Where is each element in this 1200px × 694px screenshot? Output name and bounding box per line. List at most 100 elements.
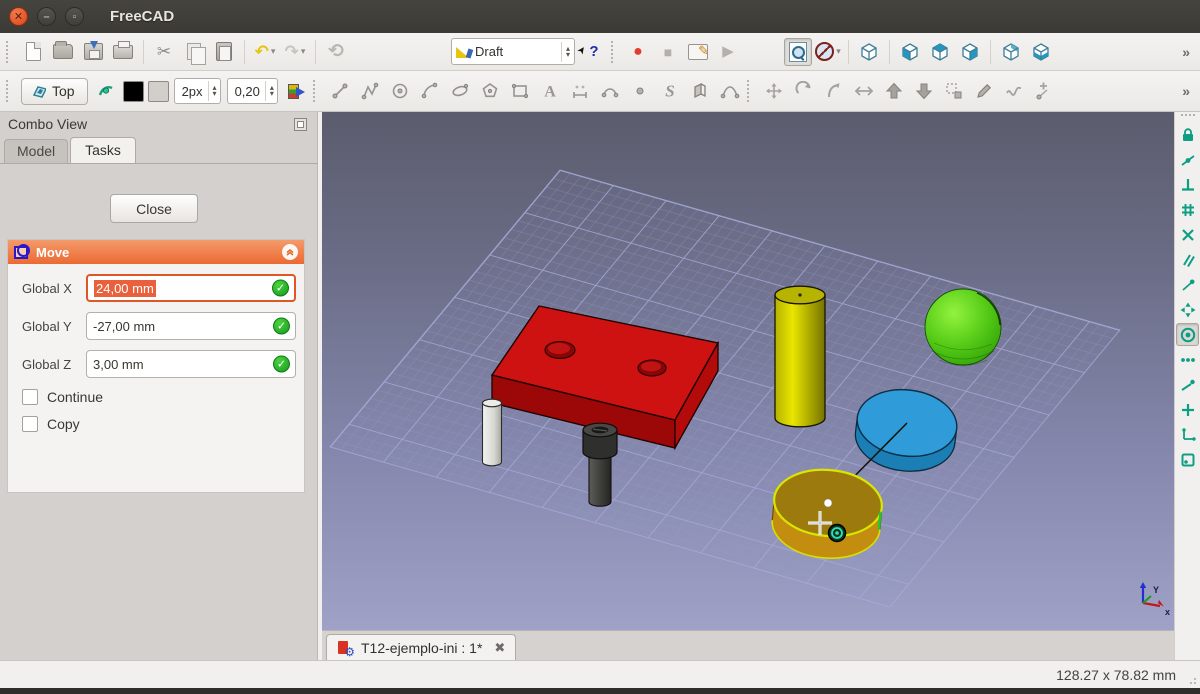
copy-checkbox[interactable] — [22, 416, 38, 432]
draft-facebinder-button[interactable] — [686, 77, 714, 105]
paste-button[interactable] — [210, 38, 238, 66]
toolbar-overflow-button[interactable]: » — [1182, 44, 1196, 60]
redo-dropdown-arrow[interactable]: ▾ — [301, 46, 306, 57]
draft-bspline-button[interactable] — [596, 77, 624, 105]
snap-special-button[interactable] — [1176, 348, 1199, 371]
whats-this-button[interactable]: ? — [580, 38, 608, 66]
snap-midpoint-button[interactable] — [1176, 148, 1199, 171]
draft-trimex-button[interactable] — [850, 77, 878, 105]
draft-polygon-button[interactable] — [476, 77, 504, 105]
draft-upgrade-button[interactable] — [880, 77, 908, 105]
draft-arc-button[interactable] — [416, 77, 444, 105]
3d-viewport[interactable]: Y x — [322, 112, 1174, 630]
workbench-selector[interactable]: Draft ▴ ▾ — [451, 38, 575, 65]
global-y-input[interactable]: -27,00 mm ✓ — [86, 312, 296, 340]
macro-stop-button[interactable]: ■ — [654, 38, 682, 66]
toolbar-drag-handle[interactable] — [312, 80, 320, 102]
snap-ortho-button[interactable] — [1176, 298, 1199, 321]
undo-dropdown-arrow[interactable]: ▾ — [271, 46, 276, 57]
task-close-button[interactable]: Close — [110, 194, 198, 223]
macro-edit-button[interactable] — [684, 38, 712, 66]
window-minimize-button[interactable]: – — [37, 7, 56, 26]
cut-button[interactable]: ✂ — [150, 38, 178, 66]
resize-grip[interactable] — [1187, 675, 1197, 685]
view-front-button[interactable] — [896, 38, 924, 66]
draft-polyline-button[interactable] — [356, 77, 384, 105]
document-tab-close-button[interactable]: ✖ — [494, 640, 505, 656]
toolbar-drag-handle[interactable] — [611, 40, 618, 63]
draft-line-button[interactable] — [326, 77, 354, 105]
draw-style-dropdown-arrow[interactable]: ▾ — [836, 46, 841, 57]
draft-dimension-button[interactable] — [566, 77, 594, 105]
snap-extension-button[interactable] — [1176, 398, 1199, 421]
snap-lock-button[interactable] — [1176, 123, 1199, 146]
snap-perpendicular-button[interactable] — [1176, 173, 1199, 196]
view-top-button[interactable] — [926, 38, 954, 66]
tab-tasks[interactable]: Tasks — [70, 137, 136, 163]
copy-button[interactable] — [180, 38, 208, 66]
collapse-section-button[interactable] — [282, 244, 298, 260]
draft-scale-button[interactable] — [940, 77, 968, 105]
continue-checkbox[interactable] — [22, 389, 38, 405]
save-button[interactable] — [79, 38, 107, 66]
toolbar-drag-handle[interactable] — [6, 40, 13, 63]
redo-button[interactable]: ↷ ▾ — [281, 38, 309, 66]
white-pin-cylinder[interactable] — [481, 398, 503, 467]
line-color-swatch[interactable] — [122, 80, 144, 102]
line-width-arrows[interactable]: ▴ ▾ — [207, 81, 217, 101]
autogroup-button[interactable] — [282, 77, 310, 105]
tab-model[interactable]: Model — [4, 139, 69, 163]
snap-grid-button[interactable] — [1176, 198, 1199, 221]
draft-point-button[interactable] — [626, 77, 654, 105]
draft-ellipse-button[interactable] — [446, 77, 474, 105]
draft-circle-button[interactable] — [386, 77, 414, 105]
scale-arrows[interactable]: ▴ ▾ — [264, 81, 274, 101]
draft-move-button[interactable] — [760, 77, 788, 105]
draft-text-button[interactable]: A — [536, 77, 564, 105]
undo-button[interactable]: ↶ ▾ — [251, 38, 279, 66]
document-tab-active[interactable]: T12-ejemplo-ini : 1* ✖ — [326, 634, 517, 661]
toolbar-overflow-button[interactable]: » — [1182, 83, 1196, 99]
snap-intersection-button[interactable] — [1176, 223, 1199, 246]
toggle-construction-mode-button[interactable] — [92, 77, 120, 105]
open-document-button[interactable] — [49, 38, 77, 66]
draft-edit-button[interactable] — [970, 77, 998, 105]
working-plane-button[interactable]: Top — [21, 77, 88, 105]
global-z-input[interactable]: 3,00 mm ✓ — [86, 350, 296, 378]
face-color-swatch[interactable] — [147, 80, 169, 102]
move-task-header[interactable]: Move — [8, 240, 304, 264]
draft-bezier-button[interactable] — [716, 77, 744, 105]
view-axonometric-button[interactable] — [855, 38, 883, 66]
panel-float-icon[interactable] — [294, 118, 307, 131]
toolbar-drag-handle[interactable] — [746, 80, 754, 102]
global-x-input[interactable]: 24,00 mm ✓ — [86, 274, 296, 302]
draft-rotate-button[interactable] — [790, 77, 818, 105]
view-right-button[interactable] — [956, 38, 984, 66]
snap-near-button[interactable] — [1176, 373, 1199, 396]
toolbar-drag-handle[interactable] — [6, 80, 13, 102]
window-close-button[interactable]: ✕ — [9, 7, 28, 26]
window-maximize-button[interactable]: ▫ — [65, 7, 84, 26]
draft-add-point-button[interactable] — [1030, 77, 1058, 105]
toolbar-drag-handle[interactable] — [1180, 114, 1195, 119]
draw-style-button[interactable]: ▾ — [814, 38, 842, 66]
line-width-spinbox[interactable]: 2px ▴ ▾ — [173, 78, 221, 104]
green-sphere[interactable] — [924, 288, 1002, 366]
print-button[interactable] — [109, 38, 137, 66]
scale-spinbox[interactable]: 0,20 ▴ ▾ — [226, 78, 278, 104]
snap-parallel-button[interactable] — [1176, 248, 1199, 271]
view-bottom-button[interactable] — [1027, 38, 1055, 66]
refresh-button[interactable]: ⟲ — [322, 38, 350, 66]
fit-all-button[interactable] — [784, 37, 812, 66]
snap-endpoint-button[interactable] — [1176, 273, 1199, 296]
draft-rectangle-button[interactable] — [506, 77, 534, 105]
view-rear-button[interactable] — [997, 38, 1025, 66]
workbench-selector-arrows[interactable]: ▴ ▾ — [560, 41, 570, 62]
snap-center-button[interactable] — [1176, 323, 1199, 346]
snap-dimensions-button[interactable] — [1176, 423, 1199, 446]
macro-record-button[interactable]: ● — [624, 38, 652, 66]
yellow-cylinder[interactable] — [774, 285, 826, 428]
new-document-button[interactable] — [19, 38, 47, 66]
draft-offset-button[interactable] — [820, 77, 848, 105]
draft-wire-to-bspline-button[interactable] — [1000, 77, 1028, 105]
